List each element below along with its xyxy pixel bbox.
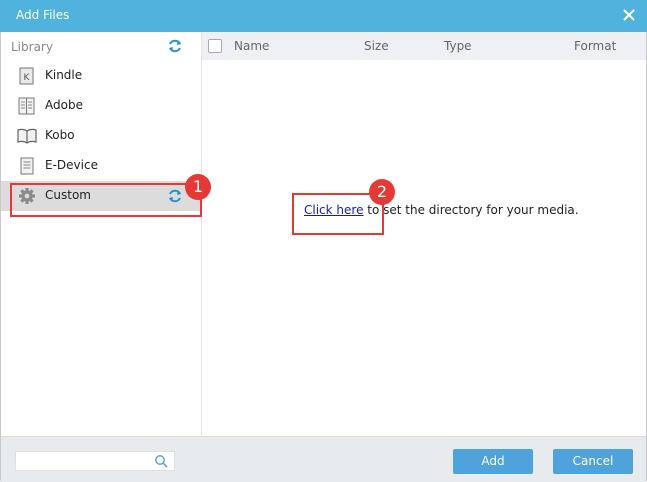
- callout-badge-2: 2: [369, 179, 395, 205]
- callout-box-2: [292, 193, 384, 235]
- callout-badge-1: 1: [185, 174, 211, 200]
- library-heading: Library: [11, 40, 53, 54]
- select-all-checkbox[interactable]: [208, 39, 222, 53]
- library-item-label: Kobo: [45, 128, 75, 142]
- library-item-kobo[interactable]: Kobo: [1, 121, 201, 151]
- library-item-label: Kindle: [45, 68, 83, 82]
- column-name[interactable]: Name: [234, 39, 269, 53]
- column-format[interactable]: Format: [574, 39, 616, 53]
- file-table-header: Name Size Type Format: [202, 32, 646, 60]
- kobo-icon: [17, 128, 37, 144]
- kindle-icon: K: [19, 67, 34, 85]
- add-button[interactable]: Add: [453, 449, 533, 474]
- search-input[interactable]: [15, 451, 175, 471]
- dialog-footer: Add Cancel: [1, 436, 646, 482]
- close-icon[interactable]: [621, 7, 637, 23]
- library-item-adobe[interactable]: Adobe: [1, 91, 201, 121]
- library-item-kindle[interactable]: K Kindle: [1, 61, 201, 91]
- hint-text: to set the directory for your media.: [363, 203, 579, 217]
- title-bar: Add Files: [0, 0, 647, 32]
- refresh-icon[interactable]: [167, 38, 183, 54]
- device-icon: [20, 157, 34, 175]
- window-title: Add Files: [16, 8, 70, 22]
- library-item-e-device[interactable]: E-Device: [1, 151, 201, 181]
- search-icon[interactable]: [154, 454, 168, 468]
- library-item-label: E-Device: [45, 158, 98, 172]
- adobe-icon: [18, 97, 35, 115]
- cancel-button[interactable]: Cancel: [553, 449, 633, 474]
- library-item-label: Adobe: [45, 98, 83, 112]
- callout-box-1: [10, 183, 202, 217]
- column-size[interactable]: Size: [364, 39, 389, 53]
- column-type[interactable]: Type: [444, 39, 472, 53]
- library-sidebar: Library K Kindle Adobe Kobo E-Device Cus…: [1, 32, 202, 436]
